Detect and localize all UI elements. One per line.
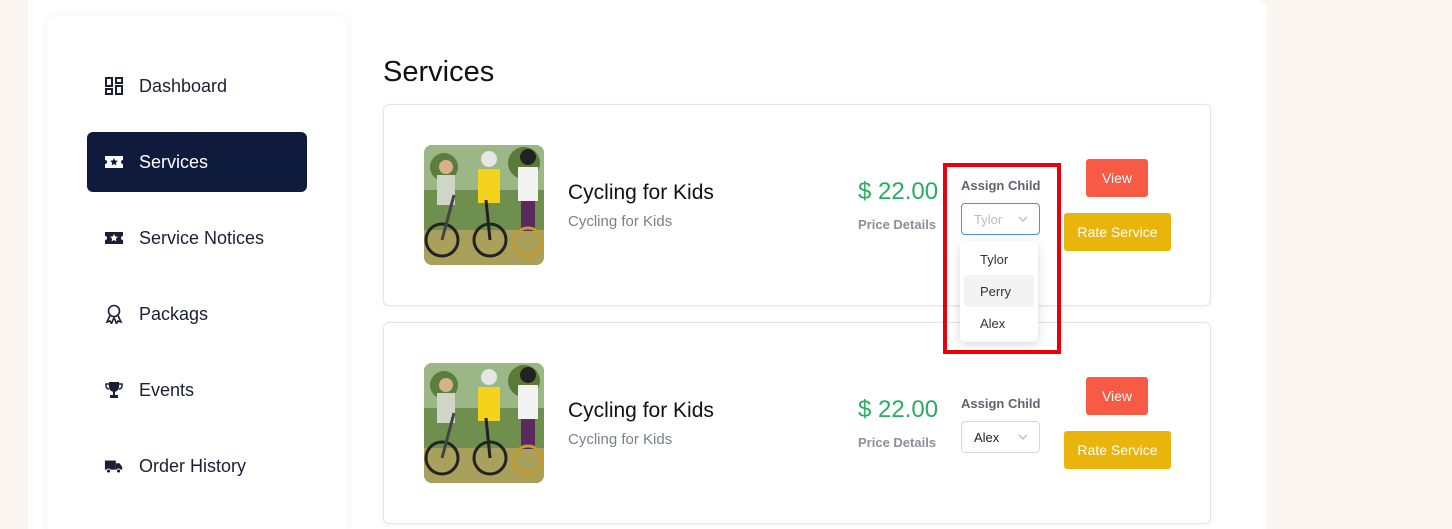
service-subtitle: Cycling for Kids [568,431,673,448]
view-button[interactable]: View [1086,159,1148,197]
service-image [424,363,544,483]
rate-service-button[interactable]: Rate Service [1064,213,1171,251]
view-button[interactable]: View [1086,377,1148,415]
ticket-star-icon [103,151,125,173]
service-price: $ 22.00 [858,178,939,205]
rate-service-button[interactable]: Rate Service [1064,431,1171,469]
price-details-link[interactable]: Price Details [858,217,936,232]
highlight-box [943,163,1061,354]
service-name: Cycling for Kids [568,399,714,422]
sidebar-item-services[interactable]: Services [87,132,307,192]
select-value: Alex [974,429,1000,445]
sidebar-item-label: Order History [139,455,247,476]
price-details-link[interactable]: Price Details [858,435,936,450]
assign-child-label: Assign Child [961,396,1041,411]
sidebar-item-events[interactable]: Events [87,360,307,420]
assign-child-select[interactable]: Alex [961,421,1040,453]
sidebar: Dashboard Services Service Notices Packa… [47,16,347,529]
sidebar-item-label: Dashboard [139,75,228,96]
service-price: $ 22.00 [858,396,939,423]
sidebar-item-label: Service Notices [139,227,265,248]
ticket-star-icon [103,227,125,249]
delivery-truck-icon [103,455,125,477]
sidebar-item-service-notices[interactable]: Service Notices [87,208,307,268]
sidebar-item-label: Packags [139,303,209,324]
sidebar-item-order-history[interactable]: Order History [87,436,307,496]
award-ribbon-icon [103,303,125,325]
sidebar-item-label: Services [139,151,209,172]
trophy-icon [103,379,125,401]
sidebar-item-packags[interactable]: Packags [87,284,307,344]
service-subtitle: Cycling for Kids [568,213,673,230]
service-name: Cycling for Kids [568,181,714,204]
service-card: Cycling for Kids Cycling for Kids $ 22.0… [383,104,1211,306]
sidebar-item-dashboard[interactable]: Dashboard [87,56,307,116]
sidebar-item-label: Events [139,379,195,400]
page-title: Services [383,56,495,88]
service-card: Cycling for Kids Cycling for Kids $ 22.0… [383,322,1211,524]
chevron-down-icon [1018,434,1028,440]
dashboard-icon [103,75,125,97]
service-image [424,145,544,265]
